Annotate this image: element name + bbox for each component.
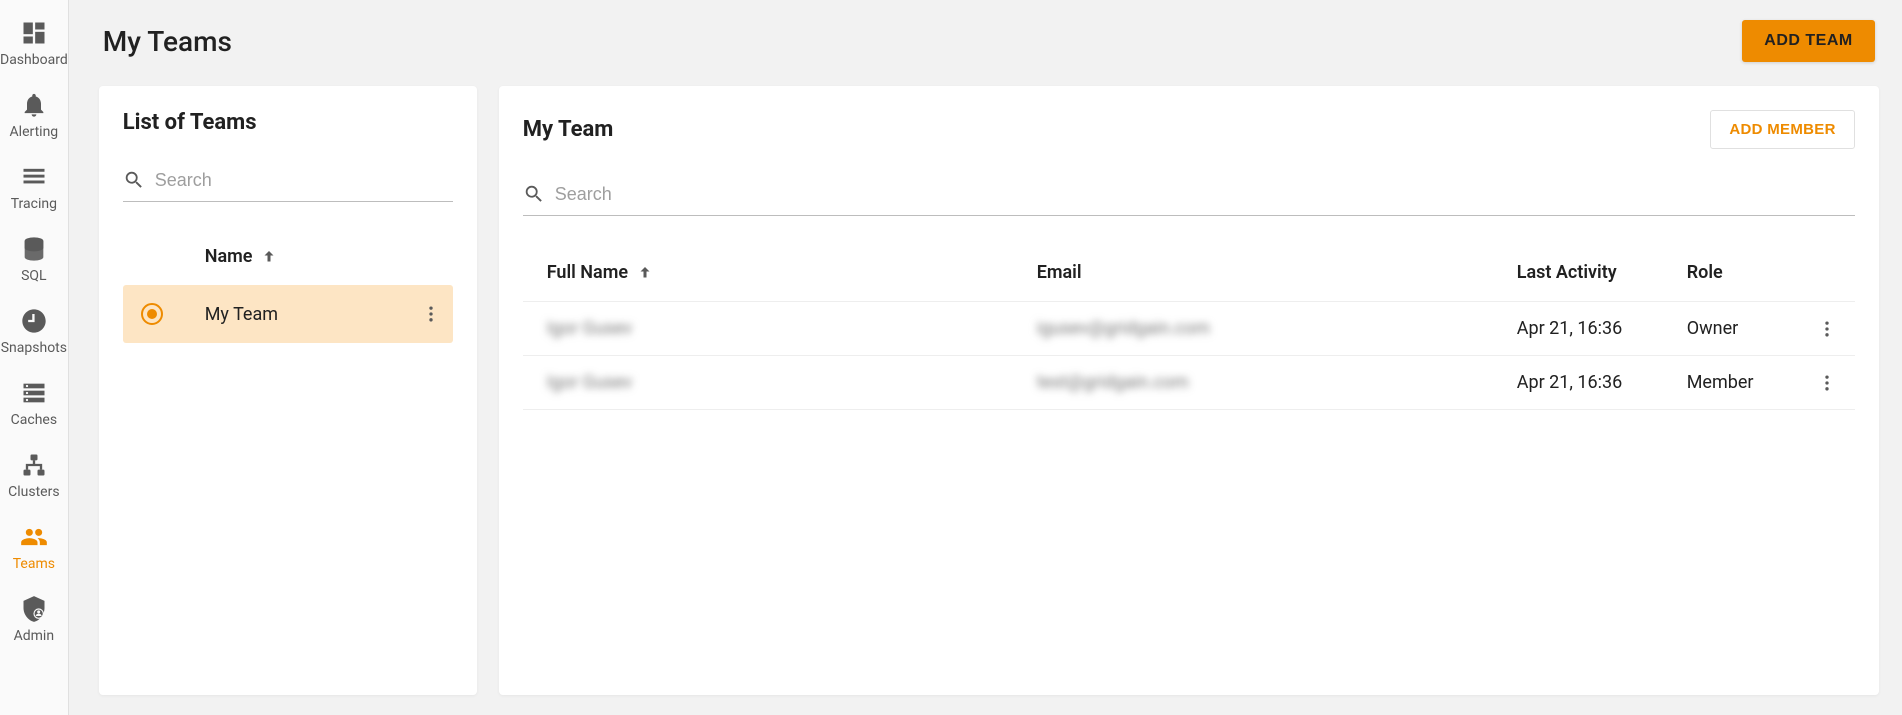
tracing-icon (19, 162, 49, 192)
members-table: Full Name Email Last Activity Role Igor … (523, 236, 1855, 410)
main-content: My Teams ADD TEAM List of Teams Name (69, 0, 1902, 715)
table-row[interactable]: Igor Gusev igusev@gridgain.com Apr 21, 1… (523, 302, 1855, 356)
page-header: My Teams ADD TEAM (99, 20, 1879, 62)
sidebar: Dashboard Alerting Tracing SQL Snapshots (0, 0, 69, 715)
table-row[interactable]: Igor Gusev test@gridgain.com Apr 21, 16:… (523, 356, 1855, 410)
member-role: Owner (1687, 318, 1807, 339)
team-row[interactable]: My Team (123, 285, 453, 343)
column-last-activity[interactable]: Last Activity (1517, 262, 1687, 283)
search-icon (523, 183, 545, 205)
sidebar-item-clusters[interactable]: Clusters (0, 440, 68, 512)
teams-list-column-name[interactable]: Name (123, 222, 453, 285)
team-name-label: My Team (205, 304, 421, 325)
members-search-input[interactable] (555, 184, 1855, 205)
sidebar-item-label: Caches (11, 412, 57, 428)
teams-list-title: List of Teams (123, 110, 257, 135)
search-icon (123, 169, 145, 191)
sidebar-item-admin[interactable]: Admin (0, 584, 68, 656)
sidebar-item-label: Teams (13, 556, 55, 572)
sort-arrow-up-icon (260, 248, 278, 266)
sidebar-item-label: Snapshots (1, 340, 67, 356)
page-title: My Teams (103, 25, 232, 58)
sidebar-item-label: SQL (21, 268, 46, 284)
sidebar-item-dashboard[interactable]: Dashboard (0, 8, 68, 80)
member-last-activity: Apr 21, 16:36 (1517, 372, 1687, 393)
sidebar-item-alerting[interactable]: Alerting (0, 80, 68, 152)
admin-shield-icon (19, 594, 49, 624)
sidebar-item-sql[interactable]: SQL (0, 224, 68, 296)
database-icon (19, 234, 49, 264)
add-team-button[interactable]: ADD TEAM (1742, 20, 1874, 62)
more-vert-icon[interactable] (1817, 373, 1837, 393)
member-last-activity: Apr 21, 16:36 (1517, 318, 1687, 339)
member-full-name: Igor Gusev (547, 372, 1037, 393)
column-email[interactable]: Email (1037, 262, 1517, 283)
team-members-panel: My Team ADD MEMBER Full Name (499, 86, 1879, 695)
sort-arrow-up-icon (636, 264, 654, 282)
member-email: igusev@gridgain.com (1037, 318, 1517, 339)
sidebar-item-snapshots[interactable]: Snapshots (0, 296, 68, 368)
radio-selected-icon[interactable] (141, 303, 163, 325)
sidebar-item-label: Admin (14, 628, 54, 644)
teams-search-input[interactable] (155, 170, 453, 191)
sidebar-item-label: Tracing (11, 196, 57, 212)
add-member-button[interactable]: ADD MEMBER (1710, 110, 1854, 149)
column-name-label: Name (205, 246, 253, 267)
storage-icon (19, 378, 49, 408)
sidebar-item-caches[interactable]: Caches (0, 368, 68, 440)
clock-icon (19, 306, 49, 336)
teams-search[interactable] (123, 163, 453, 202)
member-email: test@gridgain.com (1037, 372, 1517, 393)
sidebar-item-label: Dashboard (0, 52, 68, 68)
team-icon (19, 522, 49, 552)
sidebar-item-teams[interactable]: Teams (0, 512, 68, 584)
members-table-header: Full Name Email Last Activity Role (523, 236, 1855, 302)
sidebar-item-tracing[interactable]: Tracing (0, 152, 68, 224)
teams-list-panel: List of Teams Name My Team (99, 86, 477, 695)
member-full-name: Igor Gusev (547, 318, 1037, 339)
more-vert-icon[interactable] (421, 304, 441, 324)
clusters-icon (19, 450, 49, 480)
dashboard-icon (19, 18, 49, 48)
member-role: Member (1687, 372, 1807, 393)
column-role[interactable]: Role (1687, 262, 1807, 283)
column-full-name[interactable]: Full Name (547, 262, 1037, 283)
sidebar-item-label: Alerting (10, 124, 59, 140)
bell-icon (19, 90, 49, 120)
sidebar-item-label: Clusters (8, 484, 59, 500)
more-vert-icon[interactable] (1817, 319, 1837, 339)
members-search[interactable] (523, 177, 1855, 216)
team-members-title: My Team (523, 117, 614, 142)
